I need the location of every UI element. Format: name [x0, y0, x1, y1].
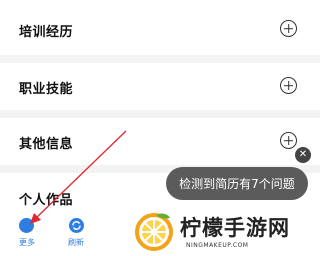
refresh-icon — [69, 218, 84, 233]
toast-text: 检测到简历有7个问题 — [179, 177, 295, 191]
refresh-button[interactable]: 刷新 — [58, 208, 94, 256]
section-title-skills: 职业技能 — [19, 82, 74, 97]
watermark-title: 柠檬手游网 — [180, 216, 290, 240]
more-icon — [19, 218, 34, 233]
add-skills-icon[interactable] — [280, 77, 297, 94]
issues-toast: 检测到简历有7个问题 — [166, 167, 308, 200]
bottom-toolbar: 更多 刷新 — [0, 208, 120, 256]
section-title-works: 个人作品 — [19, 193, 74, 208]
section-title-other-info: 其他信息 — [19, 137, 74, 152]
lemon-logo-icon — [135, 213, 173, 251]
refresh-label: 刷新 — [68, 238, 84, 247]
section-training: 培训经历 — [0, 0, 320, 62]
watermark-subtitle: NINGMAKEUP.COM — [186, 242, 249, 249]
more-label: 更多 — [19, 238, 35, 247]
divider — [0, 110, 320, 118]
toast-close-icon[interactable]: ✕ — [295, 147, 311, 163]
more-button[interactable]: 更多 — [8, 208, 44, 256]
section-title-training: 培训经历 — [19, 25, 74, 40]
add-training-icon[interactable] — [280, 20, 297, 37]
divider — [0, 55, 320, 63]
add-other-info-icon[interactable] — [280, 132, 297, 149]
